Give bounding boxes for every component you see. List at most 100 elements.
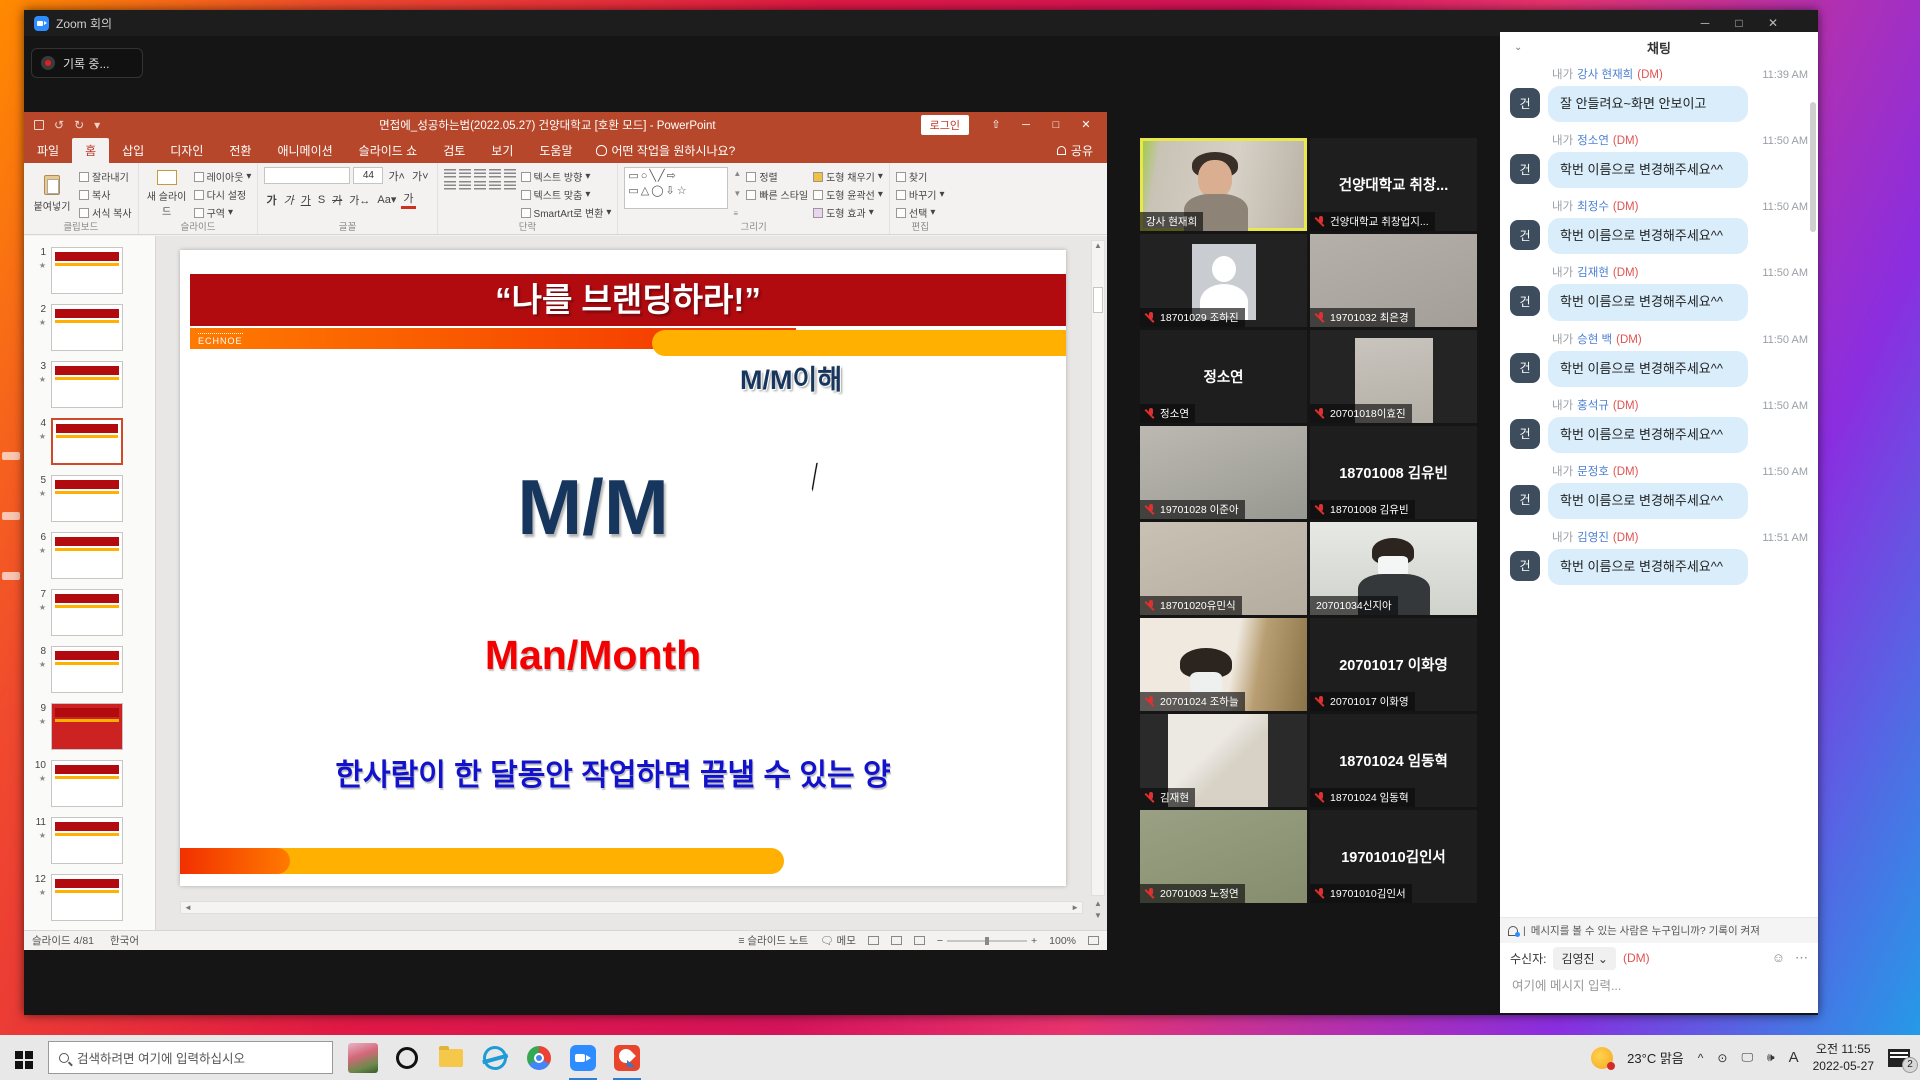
slide-thumbnail[interactable]: 2★ (24, 301, 155, 358)
tab-design[interactable]: 디자인 (157, 138, 216, 163)
slide-canvas[interactable]: “나를 브랜딩하라!” ECHNOE M/M이해 M/M Man/Month 한… (180, 250, 1066, 886)
recipient-selector[interactable]: 김영진 ⌄ (1553, 947, 1616, 970)
taskbar-file-explorer[interactable] (429, 1035, 473, 1080)
numbering-icon[interactable] (459, 169, 471, 178)
ime-indicator[interactable]: A (1789, 1049, 1799, 1066)
ppt-close-button[interactable]: ✕ (1071, 112, 1101, 138)
smartart-button[interactable]: SmartArt로 변환 ▾ (521, 205, 612, 220)
taskbar-internet-explorer[interactable] (473, 1035, 517, 1080)
qat-dropdown-icon[interactable]: ▾ (94, 118, 100, 132)
slide-thumbnail-preview[interactable] (51, 817, 123, 864)
slide-thumbnail-preview[interactable] (51, 703, 123, 750)
network-icon[interactable]: 🖵 (1741, 1050, 1753, 1065)
slide-thumbnail[interactable]: 8★ (24, 643, 155, 700)
participant-tile[interactable]: 19701028 이준아 (1140, 426, 1307, 519)
language-indicator[interactable]: 한국어 (110, 933, 139, 948)
slide-thumbnail[interactable]: 6★ (24, 529, 155, 586)
sorter-view-icon[interactable] (891, 936, 902, 945)
slide-thumbnail[interactable]: 1★ (24, 244, 155, 301)
slide-nav-buttons[interactable]: ▲▼ (1091, 898, 1105, 924)
find-button[interactable]: 찾기 (896, 169, 945, 184)
tab-view[interactable]: 보기 (478, 138, 526, 163)
strikethrough-button[interactable]: 가 (330, 192, 344, 208)
line-spacing-icon[interactable] (504, 169, 516, 178)
weather-icon[interactable] (1591, 1047, 1613, 1069)
tab-help[interactable]: 도움말 (526, 138, 585, 163)
participant-tile[interactable]: 18701024 임동혁 18701024 임동혁 (1310, 714, 1477, 807)
cut-button[interactable]: 잘라내기 (79, 169, 132, 184)
redo-icon[interactable]: ↻ (74, 118, 84, 132)
slide-thumbnail-preview[interactable] (51, 646, 123, 693)
slide-thumbnail[interactable]: 10★ (24, 757, 155, 814)
shape-effects-button[interactable]: 도형 효과 ▾ (813, 205, 883, 220)
shrink-font-button[interactable]: 가˅ (410, 168, 431, 184)
shadow-button[interactable]: S (316, 194, 327, 206)
text-direction-button[interactable]: 텍스트 방향 ▾ (521, 169, 612, 184)
copy-button[interactable]: 복사 (79, 187, 132, 202)
notes-button[interactable]: ≡ 슬라이드 노트 (738, 933, 808, 948)
ppt-minimize-button[interactable]: ─ (1011, 112, 1041, 138)
participant-tile[interactable]: 20701018이효진 (1310, 330, 1477, 423)
participant-tile[interactable]: 20701017 이화영 20701017 이화영 (1310, 618, 1477, 711)
slide-thumbnail[interactable]: 12★ (24, 871, 155, 928)
participant-tile[interactable]: 18701029 조하진 (1140, 234, 1307, 327)
tab-transitions[interactable]: 전환 (216, 138, 264, 163)
participant-tile[interactable]: 18701020유민식 (1140, 522, 1307, 615)
align-center-icon[interactable] (459, 181, 471, 190)
tell-me-box[interactable]: 어떤 작업을 원하시나요? (586, 138, 746, 163)
align-left-icon[interactable] (444, 181, 456, 190)
change-case-button[interactable]: Aa▾ (375, 193, 398, 206)
comments-button[interactable]: 🗨 메모 (820, 933, 856, 948)
slide-thumbnail[interactable]: 4★ (24, 415, 155, 472)
align-text-button[interactable]: 텍스트 맞춤 ▾ (521, 187, 612, 202)
shapes-gallery-scroll[interactable]: ▲▼≡ (733, 167, 741, 220)
participant-tile[interactable]: 18701008 김유빈 18701008 김유빈 (1310, 426, 1477, 519)
slide-thumbnail[interactable]: 5★ (24, 472, 155, 529)
slide-thumbnail[interactable]: 7★ (24, 586, 155, 643)
quick-access-toolbar[interactable]: ↺ ↻ ▾ (24, 118, 174, 132)
desktop-icon-label[interactable] (2, 572, 20, 580)
ribbon-options-icon[interactable]: ⇧ (981, 112, 1011, 138)
taskbar-picture-app[interactable] (341, 1035, 385, 1080)
arrange-button[interactable]: 정렬 (746, 169, 808, 184)
taskbar-chrome[interactable] (517, 1035, 561, 1080)
slide-thumbnail-preview[interactable] (51, 532, 123, 579)
participant-tile[interactable]: 정소연 정소연 (1140, 330, 1307, 423)
slide-thumbnail[interactable]: 3★ (24, 358, 155, 415)
tab-animations[interactable]: 애니메이션 (264, 138, 345, 163)
undo-icon[interactable]: ↺ (54, 118, 64, 132)
section-button[interactable]: 구역 ▾ (194, 205, 252, 220)
reset-button[interactable]: 다시 설정 (194, 187, 252, 202)
participant-tile[interactable]: 19701032 최은경 (1310, 234, 1477, 327)
desktop-icon-label[interactable] (2, 512, 20, 520)
chat-scrollbar[interactable] (1810, 102, 1816, 232)
slide-thumbnail-preview[interactable] (51, 475, 123, 522)
font-color-button[interactable]: 가 (401, 190, 415, 209)
clock[interactable]: 오전 11:55 2022-05-27 (1813, 1041, 1874, 1075)
start-button[interactable] (0, 1046, 48, 1069)
columns-icon[interactable] (504, 181, 516, 190)
save-icon[interactable] (34, 120, 44, 130)
desktop-icon-label[interactable] (2, 452, 20, 460)
share-button[interactable]: 공유 (1043, 138, 1107, 163)
taskbar-capture-tool[interactable] (605, 1035, 649, 1080)
screen-record-tray-icon[interactable]: ⊙ (1717, 1051, 1727, 1065)
font-name-select[interactable] (264, 167, 350, 184)
chevron-down-icon[interactable]: ⌄ (1514, 42, 1522, 53)
normal-view-icon[interactable] (868, 936, 879, 945)
slideshow-view-icon[interactable] (914, 936, 925, 945)
tab-review[interactable]: 검토 (430, 138, 478, 163)
bullets-icon[interactable] (444, 169, 456, 178)
bold-button[interactable]: 가 (264, 192, 278, 208)
login-button[interactable]: 로그인 (921, 115, 969, 135)
taskbar-opera[interactable] (385, 1035, 429, 1080)
tab-file[interactable]: 파일 (24, 138, 72, 163)
paste-button[interactable]: 붙여넣기 (30, 167, 74, 220)
align-right-icon[interactable] (474, 181, 486, 190)
vertical-scrollbar[interactable]: ▲ (1091, 240, 1105, 896)
horizontal-scrollbar[interactable]: ◄► (180, 901, 1083, 914)
volume-icon[interactable]: 🕪 (1767, 1050, 1775, 1065)
hidden-icons-button[interactable]: ^ (1698, 1051, 1704, 1065)
font-size-select[interactable]: 44 (353, 167, 383, 184)
slide-thumbnail-preview[interactable] (51, 418, 123, 465)
